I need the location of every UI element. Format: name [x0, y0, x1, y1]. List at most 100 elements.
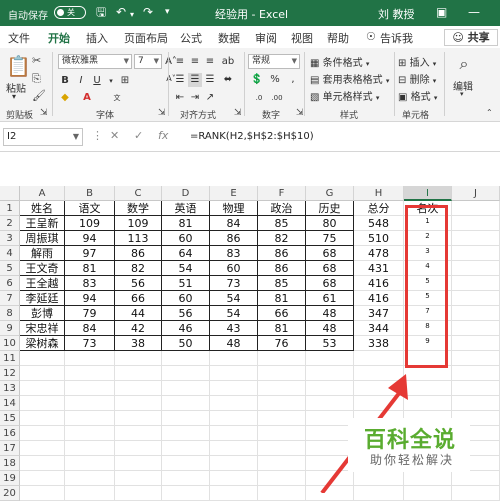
delete-cells-button[interactable]: ⊟ 删除 ▾	[398, 71, 436, 86]
cell-d4[interactable]: 64	[162, 246, 210, 261]
formula-input[interactable]: =RANK(H2,$H$2:$H$10)	[186, 128, 498, 146]
bold-icon[interactable]: B	[58, 74, 72, 88]
cell-c9[interactable]: 42	[115, 321, 162, 336]
chevron-down-icon[interactable]: ▾	[460, 90, 464, 98]
cell-f15[interactable]	[258, 411, 306, 426]
name-box[interactable]: I2 ▼	[3, 128, 83, 146]
row-header[interactable]: 17	[0, 441, 20, 456]
cell-c12[interactable]	[115, 366, 162, 381]
cell-g1[interactable]: 历史	[306, 201, 354, 216]
cell-b4[interactable]: 97	[65, 246, 115, 261]
tell-me-search[interactable]: 告诉我	[380, 30, 413, 46]
tab-view[interactable]: 视图	[291, 30, 313, 46]
cell-e14[interactable]	[210, 396, 258, 411]
cell-f16[interactable]	[258, 426, 306, 441]
ribbon-display-icon[interactable]: ▣	[436, 5, 447, 19]
cell-c8[interactable]: 44	[115, 306, 162, 321]
cell-c6[interactable]: 56	[115, 276, 162, 291]
cell-c20[interactable]	[115, 486, 162, 501]
magnifier-icon[interactable]: ⌕	[452, 54, 476, 76]
cell-d11[interactable]	[162, 351, 210, 366]
cell-c7[interactable]: 66	[115, 291, 162, 306]
cell-e7[interactable]: 54	[210, 291, 258, 306]
cell-b8[interactable]: 79	[65, 306, 115, 321]
font-size-combo[interactable]: 7 ▼	[134, 54, 162, 69]
cell-a19[interactable]	[20, 471, 65, 486]
alignment-launcher-icon[interactable]: ⇲	[234, 108, 242, 118]
cell-h9[interactable]: 344	[354, 321, 404, 336]
cell-b15[interactable]	[65, 411, 115, 426]
cell-f6[interactable]: 85	[258, 276, 306, 291]
collapse-ribbon-icon[interactable]: ⌃	[486, 108, 493, 117]
insert-function-icon[interactable]: fx	[158, 129, 168, 142]
cell-b1[interactable]: 语文	[65, 201, 115, 216]
cell-a4[interactable]: 解雨	[20, 246, 65, 261]
cell-c13[interactable]	[115, 381, 162, 396]
cell-h3[interactable]: 510	[354, 231, 404, 246]
cell-h4[interactable]: 478	[354, 246, 404, 261]
cell-a2[interactable]: 王呈新	[20, 216, 65, 231]
cell-c14[interactable]	[115, 396, 162, 411]
cell-j9[interactable]	[452, 321, 500, 336]
tab-formulas[interactable]: 公式	[180, 30, 202, 46]
format-cells-button[interactable]: ▣ 格式 ▾	[398, 88, 437, 103]
cell-a3[interactable]: 周振琪	[20, 231, 65, 246]
cell-e16[interactable]	[210, 426, 258, 441]
row-header[interactable]: 18	[0, 456, 20, 471]
cell-j7[interactable]	[452, 291, 500, 306]
row-header[interactable]: 12	[0, 366, 20, 381]
cell-f11[interactable]	[258, 351, 306, 366]
cell-d10[interactable]: 50	[162, 336, 210, 351]
row-header[interactable]: 5	[0, 261, 20, 276]
cell-b17[interactable]	[65, 441, 115, 456]
cell-e20[interactable]	[210, 486, 258, 501]
column-header-f[interactable]: F	[258, 186, 306, 201]
column-header-i[interactable]: I	[404, 186, 452, 201]
cell-j13[interactable]	[452, 381, 500, 396]
cell-h7[interactable]: 416	[354, 291, 404, 306]
cell-c19[interactable]	[115, 471, 162, 486]
cell-f17[interactable]	[258, 441, 306, 456]
row-header[interactable]: 9	[0, 321, 20, 336]
row-header[interactable]: 11	[0, 351, 20, 366]
cell-b10[interactable]: 73	[65, 336, 115, 351]
cell-a5[interactable]: 王文奇	[20, 261, 65, 276]
number-format-combo[interactable]: 常规 ▼	[248, 54, 300, 69]
cell-f4[interactable]: 86	[258, 246, 306, 261]
cell-b3[interactable]: 94	[65, 231, 115, 246]
cell-c4[interactable]: 86	[115, 246, 162, 261]
row-header[interactable]: 14	[0, 396, 20, 411]
align-center-icon[interactable]: ☰	[188, 73, 202, 87]
cell-d2[interactable]: 81	[162, 216, 210, 231]
cell-b11[interactable]	[65, 351, 115, 366]
cell-f2[interactable]: 85	[258, 216, 306, 231]
comma-style-icon[interactable]: ,	[286, 73, 300, 87]
cell-a14[interactable]	[20, 396, 65, 411]
cell-a18[interactable]	[20, 456, 65, 471]
font-color-icon[interactable]: A	[80, 91, 94, 105]
enter-icon[interactable]: ✓	[134, 129, 143, 142]
share-button[interactable]: ☺ 共享	[444, 29, 498, 46]
column-header-d[interactable]: D	[162, 186, 210, 201]
cell-c18[interactable]	[115, 456, 162, 471]
cell-c2[interactable]: 109	[115, 216, 162, 231]
cell-d18[interactable]	[162, 456, 210, 471]
select-all-corner[interactable]	[0, 186, 20, 201]
row-header[interactable]: 20	[0, 486, 20, 501]
increase-decimal-icon[interactable]: .0	[252, 91, 266, 105]
row-header[interactable]: 2	[0, 216, 20, 231]
cell-e19[interactable]	[210, 471, 258, 486]
cell-a8[interactable]: 彭博	[20, 306, 65, 321]
cell-f5[interactable]: 86	[258, 261, 306, 276]
cell-b19[interactable]	[65, 471, 115, 486]
tab-review[interactable]: 审阅	[255, 30, 277, 46]
minimize-icon[interactable]: —	[468, 5, 480, 19]
cell-e18[interactable]	[210, 456, 258, 471]
cell-d16[interactable]	[162, 426, 210, 441]
cell-j11[interactable]	[452, 351, 500, 366]
borders-icon[interactable]: ⊞	[118, 74, 132, 88]
row-header[interactable]: 15	[0, 411, 20, 426]
paste-icon[interactable]: 📋	[6, 54, 31, 78]
cell-c3[interactable]: 113	[115, 231, 162, 246]
cell-d19[interactable]	[162, 471, 210, 486]
